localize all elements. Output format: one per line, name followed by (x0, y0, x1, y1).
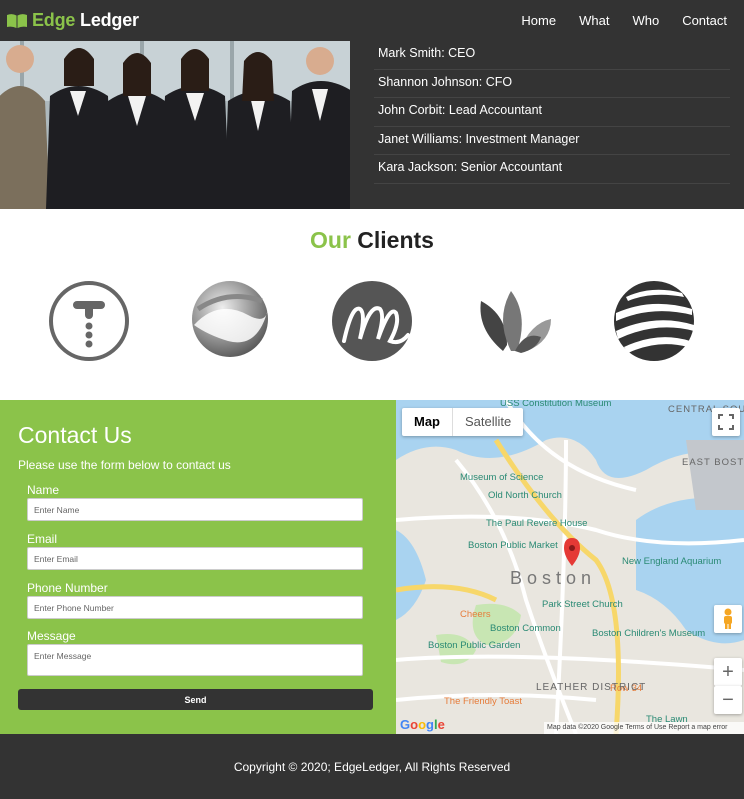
striped-globe-logo (614, 281, 694, 361)
zoom-in-button[interactable]: + (714, 658, 742, 686)
email-label: Email (27, 532, 58, 546)
team-member: John Corbit: Lead Accountant (374, 98, 730, 127)
contact-subtitle: Please use the form below to contact us (18, 458, 231, 472)
street-view-pegman[interactable] (714, 605, 742, 633)
map-place-label: Park Street Church (542, 599, 623, 610)
book-icon (7, 13, 27, 28)
map-place-label: LEATHER DISTRICT (536, 682, 646, 693)
map-canvas[interactable]: Boston USS Constitution Museum Museum of… (396, 400, 744, 734)
leaves-logo (480, 291, 551, 353)
brand-accent: Edge (32, 10, 76, 30)
message-field[interactable] (27, 644, 363, 676)
email-field[interactable] (27, 547, 363, 570)
clients-section: Our Clients (0, 209, 744, 400)
map-place-label: The Paul Revere House (486, 518, 587, 529)
team-member: Janet Williams: Investment Manager (374, 127, 730, 155)
nav-links: Home What Who Contact (521, 0, 744, 41)
name-label: Name (27, 483, 60, 497)
navbar: Edge Ledger Home What Who Contact (0, 0, 744, 41)
swirl-sphere-logo (192, 281, 268, 357)
clients-title-accent: Our (310, 227, 351, 253)
team-list: Mark Smith: CEO Shannon Johnson: CFO Joh… (374, 41, 730, 184)
message-label: Message (27, 629, 76, 643)
phone-field[interactable] (27, 596, 363, 619)
brand[interactable]: Edge Ledger (6, 10, 139, 31)
team-member: Mark Smith: CEO (374, 41, 730, 70)
brand-name: Edge Ledger (32, 10, 139, 31)
map-place-label: Old North Church (488, 490, 562, 501)
phone-label: Phone Number (27, 581, 108, 595)
brand-rest: Ledger (80, 10, 139, 30)
clients-title-rest: Clients (357, 227, 434, 253)
map-place-label: Boston Common (490, 623, 561, 634)
copyright-text: Copyright © 2020; EdgeLedger, All Rights… (233, 760, 511, 774)
map-city-label: Boston (510, 568, 596, 588)
name-field[interactable] (27, 498, 363, 521)
map-type-toggle: Map Satellite (402, 408, 524, 436)
nav-who[interactable]: Who (632, 13, 659, 28)
map-place-label: New England Aquarium (622, 556, 721, 567)
m-script-logo (332, 281, 412, 361)
minus-icon: − (722, 688, 734, 711)
google-logo: Google (400, 717, 445, 732)
team-section: Mark Smith: CEO Shannon Johnson: CFO Joh… (0, 41, 744, 209)
map-attribution[interactable]: Map data ©2020 Google Terms of Use Repor… (544, 722, 744, 734)
plus-icon: + (722, 660, 734, 683)
map-place-label: The Friendly Toast (444, 696, 522, 707)
map-place-label: Boston Public Market (468, 540, 558, 551)
map-place-label: EAST BOSTON (682, 457, 744, 468)
clients-title: Our Clients (0, 227, 744, 254)
map-place-label: Boston Children's Museum (592, 628, 705, 639)
contact-section: Contact Us Please use the form below to … (0, 400, 396, 734)
contact-title: Contact Us (18, 422, 132, 448)
team-member: Shannon Johnson: CFO (374, 70, 730, 98)
nav-contact[interactable]: Contact (682, 13, 727, 28)
map[interactable]: Boston USS Constitution Museum Museum of… (396, 400, 744, 734)
map-place-label: Museum of Science (460, 472, 543, 483)
fullscreen-icon (718, 414, 734, 430)
pegman-icon (724, 608, 732, 629)
map-type-satellite-button[interactable]: Satellite (453, 408, 523, 436)
t-circle-logo (49, 281, 129, 361)
map-place-label: Boston Public Garden (428, 640, 520, 651)
team-photo-illustration (0, 41, 350, 209)
map-type-map-button[interactable]: Map (402, 408, 453, 436)
send-button[interactable]: Send (18, 689, 373, 710)
fullscreen-button[interactable] (712, 408, 740, 436)
team-member: Kara Jackson: Senior Accountant (374, 155, 730, 184)
nav-home[interactable]: Home (521, 13, 556, 28)
footer: Copyright © 2020; EdgeLedger, All Rights… (0, 734, 744, 799)
map-place-label: Cheers (460, 609, 491, 620)
zoom-out-button[interactable]: − (714, 686, 742, 714)
nav-what[interactable]: What (579, 13, 609, 28)
team-photo (0, 41, 350, 209)
